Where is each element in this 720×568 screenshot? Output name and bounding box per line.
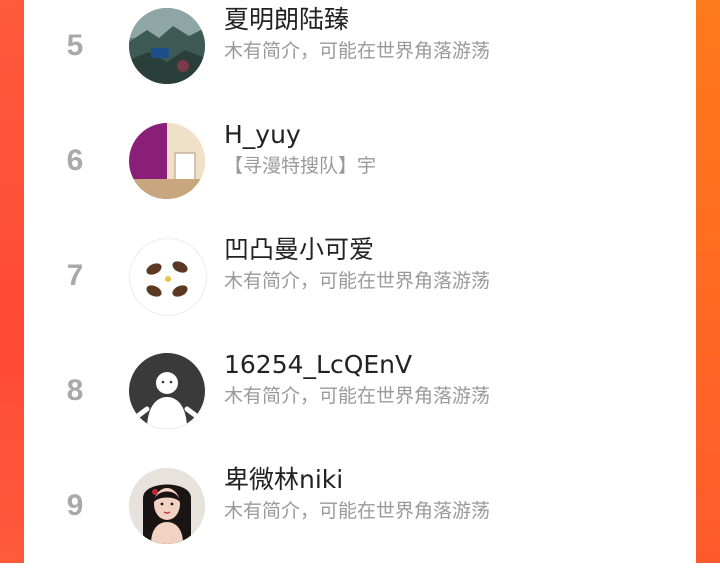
portrait-avatar[interactable] [129, 468, 205, 544]
user-bio: 木有简介，可能在世界角落游荡 [224, 270, 491, 292]
user-name[interactable]: 16254_LcQEnV [224, 349, 412, 381]
right-accent-strip [696, 0, 720, 563]
user-name[interactable]: 夏明朗陆臻 [224, 4, 349, 36]
rank-number: 6 [66, 144, 84, 177]
user-name[interactable]: 卑微林niki [224, 464, 343, 496]
purple-room-avatar[interactable] [129, 123, 205, 199]
user-bio: 木有简介，可能在世界角落游荡 [224, 385, 491, 407]
ranking-list-panel: 5 夏明朗陆臻 木有简介，可能在世界角落游荡 6 H_yuy 【寻漫特搜队】宇 … [24, 0, 696, 563]
ranking-row[interactable]: 6 H_yuy 【寻漫特搜队】宇 [24, 120, 696, 223]
left-accent-strip [0, 0, 24, 563]
landscape-avatar[interactable] [129, 8, 205, 84]
rank-number: 8 [66, 374, 84, 407]
user-bio: 木有简介，可能在世界角落游荡 [224, 500, 491, 522]
rank-number: 7 [66, 259, 84, 292]
ranking-row[interactable]: 5 夏明朗陆臻 木有简介，可能在世界角落游荡 [24, 5, 696, 108]
seeds-avatar[interactable] [129, 238, 207, 316]
default-user-avatar[interactable] [129, 353, 205, 429]
user-name[interactable]: 凹凸曼小可爱 [224, 234, 374, 266]
user-bio: 木有简介，可能在世界角落游荡 [224, 40, 491, 62]
ranking-row[interactable]: 7 凹凸曼小可爱 木有简介，可能在世界角落游荡 [24, 235, 696, 338]
rank-number: 9 [66, 489, 84, 522]
rank-number: 5 [66, 29, 84, 62]
user-name[interactable]: H_yuy [224, 119, 301, 151]
ranking-row[interactable]: 9 卑微林niki 木有简介，可能在世界角落游荡 [24, 465, 696, 568]
ranking-row[interactable]: 8 16254_LcQEnV 木有简介，可能在世界角落游荡 [24, 350, 696, 453]
user-bio: 【寻漫特搜队】宇 [224, 155, 377, 177]
